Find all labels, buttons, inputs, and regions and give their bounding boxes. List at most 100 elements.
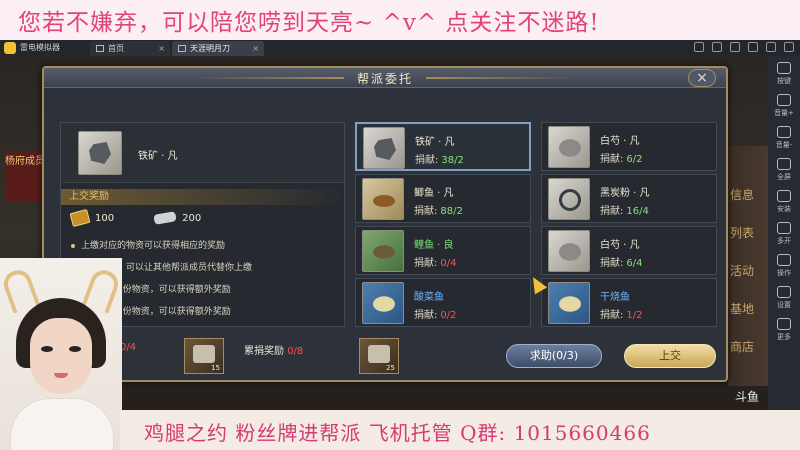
toolbar-label: 多开 bbox=[777, 237, 791, 245]
close-button[interactable]: × bbox=[688, 69, 716, 87]
emulator-side-toolbar: 按键 音量+ 音量- 全屏 安装 多开 操作 设置 更多 bbox=[768, 56, 800, 410]
contribution-value: 6/4 bbox=[626, 258, 643, 269]
game-icon bbox=[178, 45, 186, 52]
bottom-bar: 0/4 15 累捐奖励 0/8 25 求助(0/3) 上交 bbox=[44, 334, 726, 382]
contribution-label: 捐献: bbox=[600, 206, 624, 217]
pickled-fish-icon bbox=[362, 282, 404, 324]
fish-icon bbox=[362, 178, 404, 220]
toolbar-install[interactable]: 安装 bbox=[770, 188, 798, 218]
item-name: 干烧鱼 bbox=[600, 292, 630, 303]
keyboard-icon bbox=[777, 62, 791, 74]
toolbar-settings[interactable]: 设置 bbox=[770, 284, 798, 314]
tab-game[interactable]: 天涯明月刀 × bbox=[172, 41, 264, 56]
contribution-value: 6/2 bbox=[626, 154, 643, 165]
streamer-shirt bbox=[10, 398, 114, 450]
guild-banner: 杨府成员 bbox=[5, 152, 45, 202]
herb-icon bbox=[548, 126, 590, 168]
item-contribution: 捐献: 38/2 bbox=[415, 151, 464, 166]
emulator-name: 雷电模拟器 bbox=[20, 43, 60, 52]
submit-progress: 0/4 bbox=[120, 342, 137, 353]
toolbar-operation[interactable]: 操作 bbox=[770, 252, 798, 282]
maximize-icon[interactable] bbox=[766, 42, 776, 52]
toolbar-label: 操作 bbox=[777, 269, 791, 277]
cumulative-label-text: 累捐奖励 bbox=[244, 346, 284, 357]
item-name: 铁矿 · 凡 bbox=[415, 137, 455, 148]
toolbar-label: 音量- bbox=[775, 141, 793, 149]
contribution-label: 捐献: bbox=[600, 154, 624, 165]
item-contribution: 捐献: 6/4 bbox=[600, 254, 642, 269]
menu-icon[interactable] bbox=[730, 42, 740, 52]
top-banner-text: 您若不嫌弃，可以陪您唠到天亮~ ^v^ 点关注不迷路! bbox=[18, 10, 600, 36]
keyboard-icon[interactable] bbox=[712, 42, 722, 52]
tab-label: 首页 bbox=[108, 44, 124, 53]
cumulative-reward-label: 累捐奖励 0/8 bbox=[244, 342, 303, 357]
volume-down-icon bbox=[777, 126, 791, 138]
emulator-logo-icon bbox=[4, 42, 16, 54]
submit-button[interactable]: 上交 bbox=[624, 344, 716, 368]
item-cell[interactable]: 酸菜鱼 捐献: 0/2 bbox=[355, 278, 531, 327]
gamepad-icon[interactable] bbox=[694, 42, 704, 52]
contribution-label: 捐献: bbox=[414, 258, 438, 269]
background-sign: 商店 bbox=[730, 340, 755, 354]
eye bbox=[69, 346, 81, 352]
item-cell[interactable]: 鲤鱼 · 良捐献: 0/4 bbox=[355, 226, 531, 275]
multi-instance-icon bbox=[777, 222, 791, 234]
douyu-watermark: 斗鱼 bbox=[735, 390, 760, 404]
contribution-value: 0/2 bbox=[440, 310, 457, 321]
minimize-icon[interactable] bbox=[748, 42, 758, 52]
mouth bbox=[54, 373, 68, 378]
toolbar-fullscreen[interactable]: 全屏 bbox=[770, 156, 798, 186]
toolbar-label: 设置 bbox=[777, 301, 791, 309]
item-cell[interactable]: 干烧鱼 捐献: 1/2 bbox=[541, 278, 717, 327]
close-window-icon[interactable] bbox=[784, 42, 794, 52]
chest-icon bbox=[193, 345, 215, 363]
toolbar-keyboard[interactable]: 按键 bbox=[770, 60, 798, 90]
window-controls bbox=[694, 42, 794, 52]
item-cell[interactable]: 鲫鱼 · 凡捐献: 88/2 bbox=[355, 174, 531, 223]
toolbar-label: 按键 bbox=[777, 77, 791, 85]
selected-item: 铁矿 · 凡 bbox=[61, 123, 344, 183]
tab-home[interactable]: 首页 × bbox=[90, 41, 170, 56]
contribution-value: 16/4 bbox=[626, 206, 649, 217]
item-name: 白芍 · 凡 bbox=[600, 240, 640, 251]
item-name: 白芍 · 凡 bbox=[600, 136, 640, 147]
contribution-value: 1/2 bbox=[626, 310, 643, 321]
contribution-label: 捐献: bbox=[414, 310, 438, 321]
webcam-overlay bbox=[0, 258, 122, 450]
dialog-title: 帮派委托 bbox=[356, 72, 413, 86]
contribution-value: 88/2 bbox=[440, 206, 463, 217]
close-tab-icon[interactable]: × bbox=[252, 41, 259, 56]
item-cell[interactable]: 白芍 · 凡捐献: 6/2 bbox=[541, 122, 717, 171]
toolbar-label: 更多 bbox=[777, 333, 791, 341]
contribution-label: 捐献: bbox=[415, 155, 439, 166]
reward-chest-4[interactable]: 15 bbox=[184, 338, 224, 374]
chest-quantity: 25 bbox=[386, 364, 395, 372]
contribution-label: 捐献: bbox=[600, 258, 624, 269]
toolbar-label: 全屏 bbox=[777, 173, 791, 181]
reward-value: 100 bbox=[95, 212, 115, 224]
item-name: 鲤鱼 · 良 bbox=[414, 240, 454, 251]
rule-item: 上缴对应的物资可以获得相应的奖励 bbox=[71, 235, 341, 257]
settings-icon bbox=[777, 286, 791, 298]
bottom-banner-text: 鸡腿之约 粉丝牌进帮派 飞机托管 Q群: 1015660466 bbox=[144, 421, 651, 445]
background-sign: 活动 bbox=[730, 264, 755, 278]
close-tab-icon[interactable]: × bbox=[158, 41, 165, 56]
item-cell[interactable]: 黑炭粉 · 凡捐献: 16/4 bbox=[541, 174, 717, 223]
toolbar-more[interactable]: 更多 bbox=[770, 316, 798, 346]
toolbar-label: 音量+ bbox=[774, 109, 794, 117]
contribution-value: 38/2 bbox=[441, 155, 464, 166]
reward-row: 100 200 bbox=[69, 208, 241, 228]
help-button[interactable]: 求助(0/3) bbox=[506, 344, 602, 368]
background-sign: 列表 bbox=[730, 226, 755, 240]
braised-fish-icon bbox=[548, 282, 590, 324]
item-cell[interactable]: 铁矿 · 凡捐献: 38/2 bbox=[355, 122, 531, 171]
toolbar-volume-up[interactable]: 音量+ bbox=[770, 92, 798, 122]
toolbar-multi[interactable]: 多开 bbox=[770, 220, 798, 250]
toolbar-volume-down[interactable]: 音量- bbox=[770, 124, 798, 154]
more-icon bbox=[777, 318, 791, 330]
reward-chest-8[interactable]: 25 bbox=[359, 338, 399, 374]
emulator-titlebar: 雷电模拟器 首页 × 天涯明月刀 × bbox=[0, 40, 800, 56]
item-cell[interactable]: 白芍 · 凡捐献: 6/4 bbox=[541, 226, 717, 275]
dialog-header: 帮派委托 × bbox=[44, 68, 726, 88]
coin-icon bbox=[69, 208, 91, 228]
